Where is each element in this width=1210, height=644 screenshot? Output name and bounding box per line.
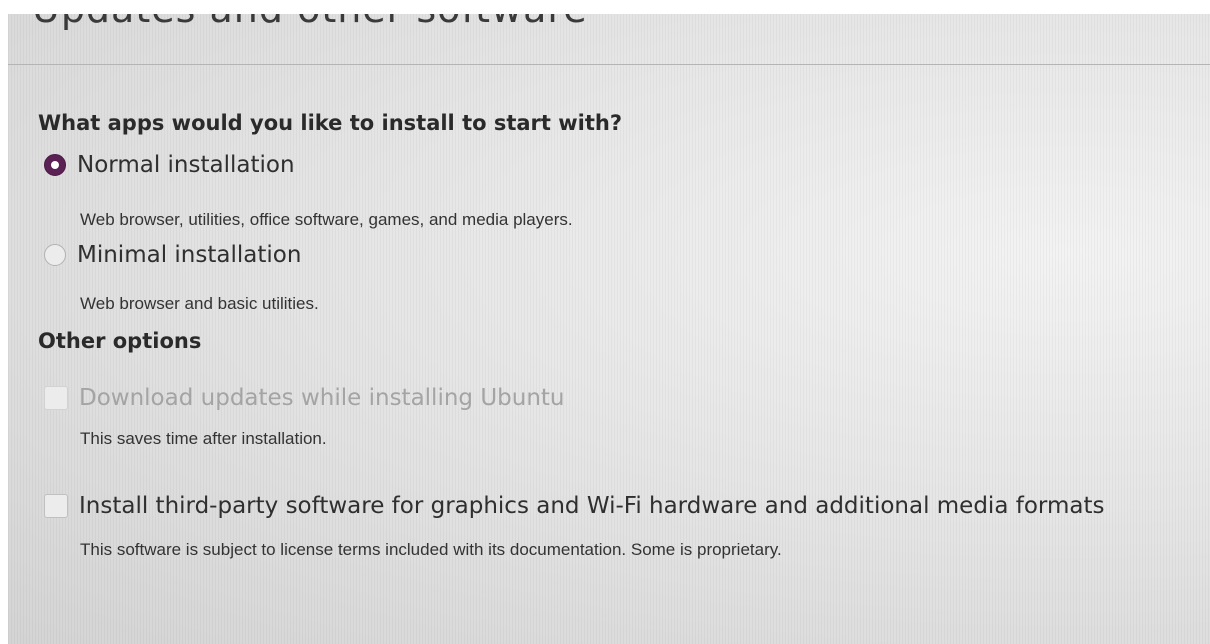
apps-section-heading: What apps would you like to install to s… [38, 111, 623, 135]
third-party-software-checkbox[interactable] [44, 494, 68, 518]
third-party-software-option[interactable]: Install third-party software for graphic… [44, 493, 1104, 519]
header-divider [8, 64, 1210, 65]
normal-installation-label[interactable]: Normal installation [77, 152, 295, 178]
minimal-installation-option[interactable]: Minimal installation [44, 242, 301, 268]
minimal-installation-description: Web browser and basic utilities. [80, 294, 319, 313]
third-party-software-description: This software is subject to license term… [80, 540, 782, 559]
minimal-installation-label[interactable]: Minimal installation [77, 242, 301, 268]
normal-installation-description: Web browser, utilities, office software,… [80, 210, 573, 229]
download-updates-label: Download updates while installing Ubuntu [79, 385, 565, 411]
radio-selected-dot [51, 161, 59, 169]
download-updates-option: Download updates while installing Ubuntu [44, 385, 565, 411]
installer-window: Updates and other software What apps wou… [8, 14, 1210, 644]
normal-installation-option[interactable]: Normal installation [44, 152, 295, 178]
download-updates-description: This saves time after installation. [80, 429, 327, 448]
page-title: Updates and other software [32, 14, 588, 31]
minimal-installation-radio[interactable] [44, 244, 66, 266]
download-updates-checkbox [44, 386, 68, 410]
third-party-software-label[interactable]: Install third-party software for graphic… [79, 493, 1104, 519]
other-options-heading: Other options [38, 329, 202, 353]
normal-installation-radio[interactable] [44, 154, 66, 176]
